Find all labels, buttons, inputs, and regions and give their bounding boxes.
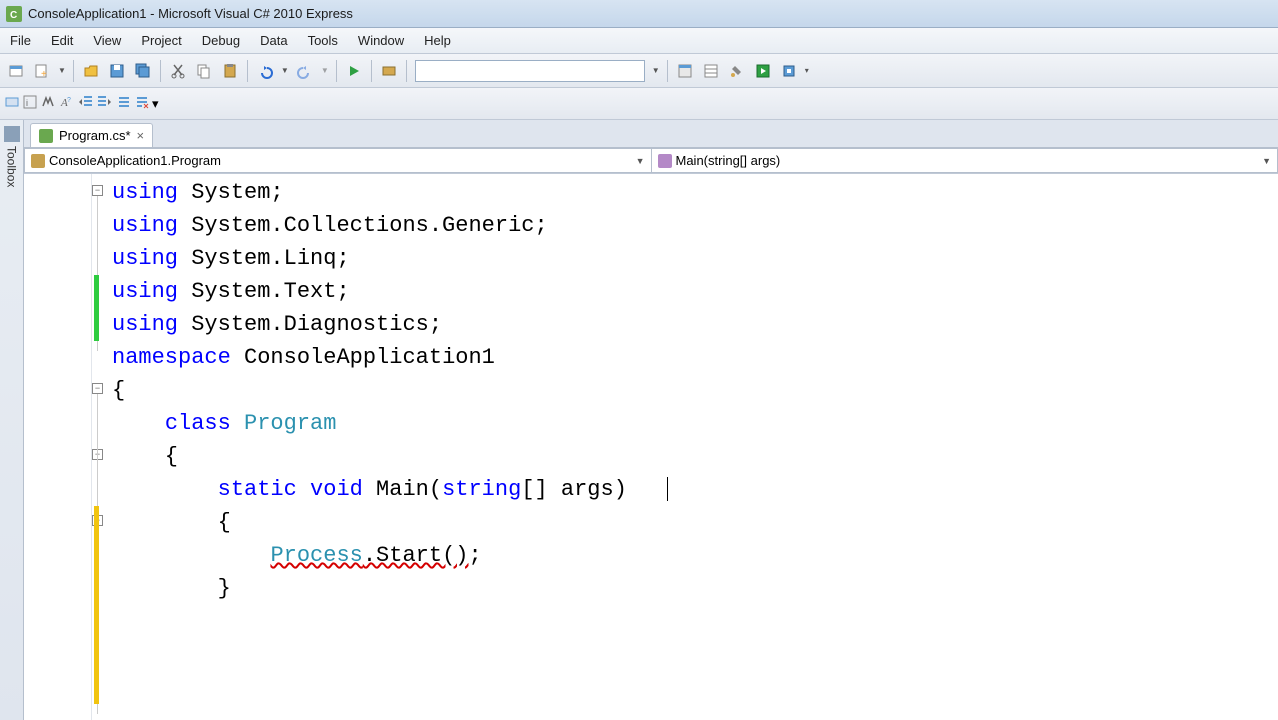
start-debug-icon[interactable] — [342, 59, 366, 83]
code-editor[interactable]: −−−− using System;using System.Collectio… — [24, 174, 1278, 720]
add-item-icon[interactable]: + — [30, 59, 54, 83]
class-icon — [31, 154, 45, 168]
svg-text:?: ? — [67, 97, 71, 104]
code-line[interactable]: using System.Linq; — [112, 242, 1278, 275]
menu-debug[interactable]: Debug — [192, 29, 250, 52]
svg-text:A: A — [60, 97, 68, 109]
save-icon[interactable] — [105, 59, 129, 83]
menu-help[interactable]: Help — [414, 29, 461, 52]
menu-edit[interactable]: Edit — [41, 29, 83, 52]
start-page-icon[interactable] — [751, 59, 775, 83]
dropdown-arrow-icon[interactable]: ▼ — [319, 66, 331, 75]
navigation-bar: ConsoleApplication1.Program ▼ Main(strin… — [24, 148, 1278, 174]
toolbar-options-icon[interactable]: ▾ — [803, 66, 811, 75]
menu-view[interactable]: View — [83, 29, 131, 52]
saved-change-marker — [94, 275, 99, 341]
code-line[interactable]: static void Main(string[] args) — [112, 473, 1278, 506]
code-line[interactable]: { — [112, 374, 1278, 407]
text-editor-toolbar: i A? ▾ — [0, 88, 1278, 120]
outline-collapse-icon[interactable]: − — [92, 185, 103, 196]
dropdown-arrow-icon[interactable]: ▼ — [56, 66, 68, 75]
class-selector[interactable]: ConsoleApplication1.Program ▼ — [24, 148, 651, 173]
standard-toolbar: + ▼ ▼ ▼ ▼ ▾ — [0, 54, 1278, 88]
method-icon — [658, 154, 672, 168]
code-line[interactable]: class Program — [112, 407, 1278, 440]
code-line[interactable]: using System.Text; — [112, 275, 1278, 308]
app-icon: C — [6, 6, 22, 22]
cut-icon[interactable] — [166, 59, 190, 83]
menu-data[interactable]: Data — [250, 29, 297, 52]
unsaved-change-marker — [94, 506, 99, 704]
tab-filename: Program.cs* — [59, 128, 131, 143]
menu-window[interactable]: Window — [348, 29, 414, 52]
copy-icon[interactable] — [192, 59, 216, 83]
toolbox-icon — [4, 126, 20, 142]
redo-icon[interactable] — [293, 59, 317, 83]
title-bar: C ConsoleApplication1 - Microsoft Visual… — [0, 0, 1278, 28]
code-line[interactable]: using System.Diagnostics; — [112, 308, 1278, 341]
code-line[interactable]: { — [112, 440, 1278, 473]
break-all-icon[interactable] — [377, 59, 401, 83]
toolbox-panel-tab[interactable]: Toolbox — [0, 120, 24, 720]
menu-file[interactable]: File — [0, 29, 41, 52]
code-line[interactable]: Process.Start(); — [112, 539, 1278, 572]
class-name: ConsoleApplication1.Program — [49, 153, 221, 168]
code-line[interactable]: { — [112, 506, 1278, 539]
solution-explorer-icon[interactable] — [673, 59, 697, 83]
toolbar-options-icon[interactable]: ▾ — [152, 96, 159, 112]
svg-text:+: + — [41, 69, 47, 79]
menu-tools[interactable]: Tools — [298, 29, 348, 52]
csharp-file-icon — [39, 129, 53, 143]
menu-project[interactable]: Project — [131, 29, 191, 52]
display-param-icon[interactable]: i — [22, 94, 38, 113]
new-project-icon[interactable] — [4, 59, 28, 83]
comment-icon[interactable] — [116, 94, 132, 113]
menu-bar: File Edit View Project Debug Data Tools … — [0, 28, 1278, 54]
editor-tab-strip: Program.cs* × — [24, 120, 1278, 148]
member-name: Main(string[] args) — [676, 153, 781, 168]
code-line[interactable]: } — [112, 572, 1278, 605]
close-tab-icon[interactable]: × — [137, 128, 145, 143]
dropdown-arrow-icon[interactable]: ▼ — [279, 66, 291, 75]
increase-indent-icon[interactable] — [96, 94, 112, 113]
find-combo[interactable] — [415, 60, 645, 82]
uncomment-icon[interactable] — [134, 94, 150, 113]
dropdown-arrow-icon: ▼ — [636, 156, 645, 166]
member-selector[interactable]: Main(string[] args) ▼ — [651, 148, 1278, 173]
svg-text:C: C — [10, 10, 17, 20]
paste-icon[interactable] — [218, 59, 242, 83]
properties-icon[interactable] — [699, 59, 723, 83]
dropdown-arrow-icon[interactable]: ▼ — [650, 66, 662, 75]
toolbox-label: Toolbox — [5, 146, 19, 187]
code-line[interactable]: using System.Collections.Generic; — [112, 209, 1278, 242]
undo-icon[interactable] — [253, 59, 277, 83]
display-quick-icon[interactable]: A? — [58, 94, 74, 113]
editor-tab[interactable]: Program.cs* × — [30, 123, 153, 147]
code-line[interactable]: using System; — [112, 176, 1278, 209]
code-line[interactable]: namespace ConsoleApplication1 — [112, 341, 1278, 374]
dropdown-arrow-icon: ▼ — [1262, 156, 1271, 166]
display-object-icon[interactable] — [4, 94, 20, 113]
open-folder-icon[interactable] — [79, 59, 103, 83]
decrease-indent-icon[interactable] — [78, 94, 94, 113]
save-all-icon[interactable] — [131, 59, 155, 83]
outline-collapse-icon[interactable]: − — [92, 383, 103, 394]
display-word-icon[interactable] — [40, 94, 56, 113]
extension-manager-icon[interactable] — [777, 59, 801, 83]
svg-text:i: i — [26, 98, 28, 108]
toolbox-icon[interactable] — [725, 59, 749, 83]
window-title: ConsoleApplication1 - Microsoft Visual C… — [28, 6, 353, 21]
